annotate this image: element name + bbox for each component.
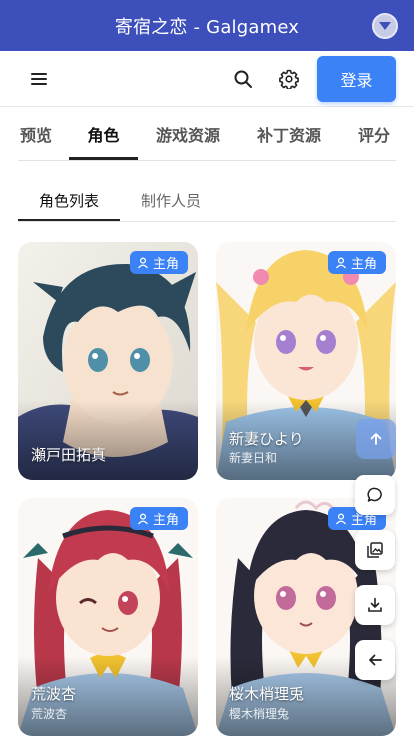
top-navbar: 登录	[0, 51, 414, 107]
arrow-left-icon	[369, 654, 382, 666]
role-badge: 主角	[129, 251, 188, 274]
login-button[interactable]: 登录	[317, 56, 396, 102]
tab-preview[interactable]: 预览	[18, 108, 54, 160]
download-icon	[368, 597, 382, 612]
card-shade	[18, 400, 198, 480]
role-badge-label: 主角	[350, 257, 377, 272]
download-button[interactable]	[355, 585, 395, 625]
menu-button[interactable]	[27, 68, 51, 90]
character-subname: 樱木梢理兔	[229, 707, 290, 721]
user-icon	[137, 257, 148, 268]
character-card[interactable]: 主角 瀬戸田拓真	[18, 242, 198, 480]
scroll-to-top-button[interactable]	[356, 419, 396, 459]
role-badge: 主角	[327, 251, 386, 274]
tab-patch-resources[interactable]: 补丁资源	[253, 108, 325, 160]
role-badge-label: 主角	[152, 513, 179, 528]
role-badge: 主角	[129, 507, 188, 530]
character-name: 新妻ひより	[229, 430, 304, 448]
subtab-character-list[interactable]: 角色列表	[18, 178, 120, 222]
tab-characters[interactable]: 角色	[69, 108, 138, 160]
comment-button[interactable]	[355, 475, 395, 515]
app-title: 寄宿之恋 - Galgamex	[114, 16, 300, 38]
character-card[interactable]: 主角 荒波杏 荒波杏	[18, 498, 198, 736]
tab-rating[interactable]: 评分	[356, 108, 392, 160]
app-title-bar: 寄宿之恋 - Galgamex	[0, 0, 414, 51]
character-subtabs: 角色列表 制作人员	[0, 178, 414, 224]
tab-game-resources[interactable]: 游戏资源	[152, 108, 224, 160]
subtab-staff[interactable]: 制作人员	[126, 178, 216, 222]
user-icon	[137, 513, 148, 524]
role-badge-label: 主角	[152, 257, 179, 272]
tabs-divider	[18, 160, 396, 161]
image-gallery-icon	[367, 542, 383, 558]
chevron-down-icon	[379, 22, 391, 30]
image-gallery-button[interactable]	[355, 530, 395, 570]
back-button[interactable]	[355, 640, 395, 680]
user-icon	[335, 257, 346, 268]
character-name: 荒波杏	[31, 685, 77, 703]
gear-icon	[279, 69, 299, 89]
settings-button[interactable]	[277, 67, 301, 91]
menu-icon	[31, 73, 47, 85]
main-tabs: 预览 角色 游戏资源 补丁资源 评分	[0, 108, 414, 162]
search-icon	[234, 70, 252, 88]
character-name: 桜木梢理兎	[229, 685, 305, 703]
arrow-up-icon	[370, 433, 382, 445]
comment-icon	[367, 487, 382, 502]
character-subname: 新妻日和	[229, 451, 278, 465]
subtabs-divider	[18, 221, 396, 222]
search-button[interactable]	[231, 67, 255, 91]
character-subname: 荒波杏	[31, 707, 68, 721]
dropdown-toggle[interactable]	[372, 13, 398, 39]
character-name: 瀬戸田拓真	[31, 446, 107, 464]
user-icon	[335, 513, 346, 524]
active-subtab-indicator	[18, 219, 120, 221]
